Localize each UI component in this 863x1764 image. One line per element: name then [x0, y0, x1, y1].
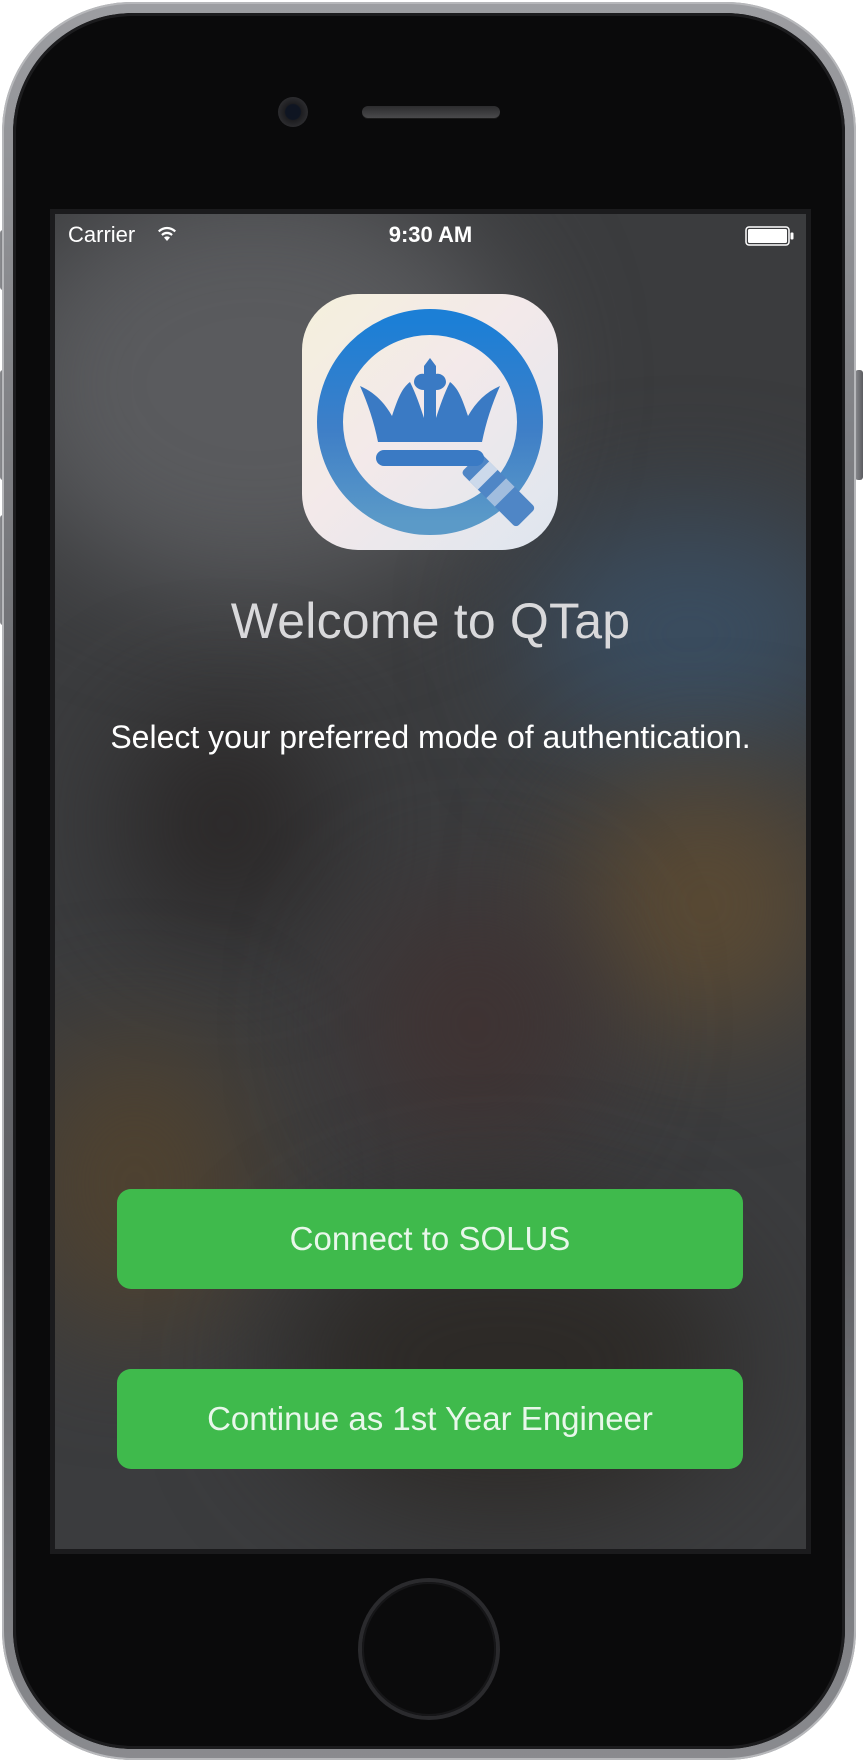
home-button[interactable]	[362, 1582, 496, 1716]
qtap-logo-icon	[302, 294, 558, 550]
status-time: 9:30 AM	[388, 222, 473, 247]
auth-instructions: Select your preferred mode of authentica…	[110, 719, 751, 755]
front-camera	[278, 97, 308, 127]
connect-solus-button[interactable]: Connect to SOLUS	[117, 1189, 743, 1289]
app-screen: Carrier 9:30 AM Welcome to QTap Select y…	[55, 214, 806, 1549]
simulator-frame: Carrier 9:30 AM Welcome to QTap Select y…	[0, 0, 863, 1764]
welcome-title: Welcome to QTap	[230, 593, 631, 649]
earpiece-speaker	[362, 106, 500, 118]
status-bar: Carrier 9:30 AM	[55, 214, 806, 258]
power-button	[855, 370, 863, 480]
background-blur	[55, 1034, 255, 1334]
background-blur	[575, 774, 806, 1034]
background-blur	[355, 894, 595, 1154]
battery-icon	[745, 226, 795, 252]
continue-first-year-button[interactable]: Continue as 1st Year Engineer	[117, 1369, 743, 1469]
